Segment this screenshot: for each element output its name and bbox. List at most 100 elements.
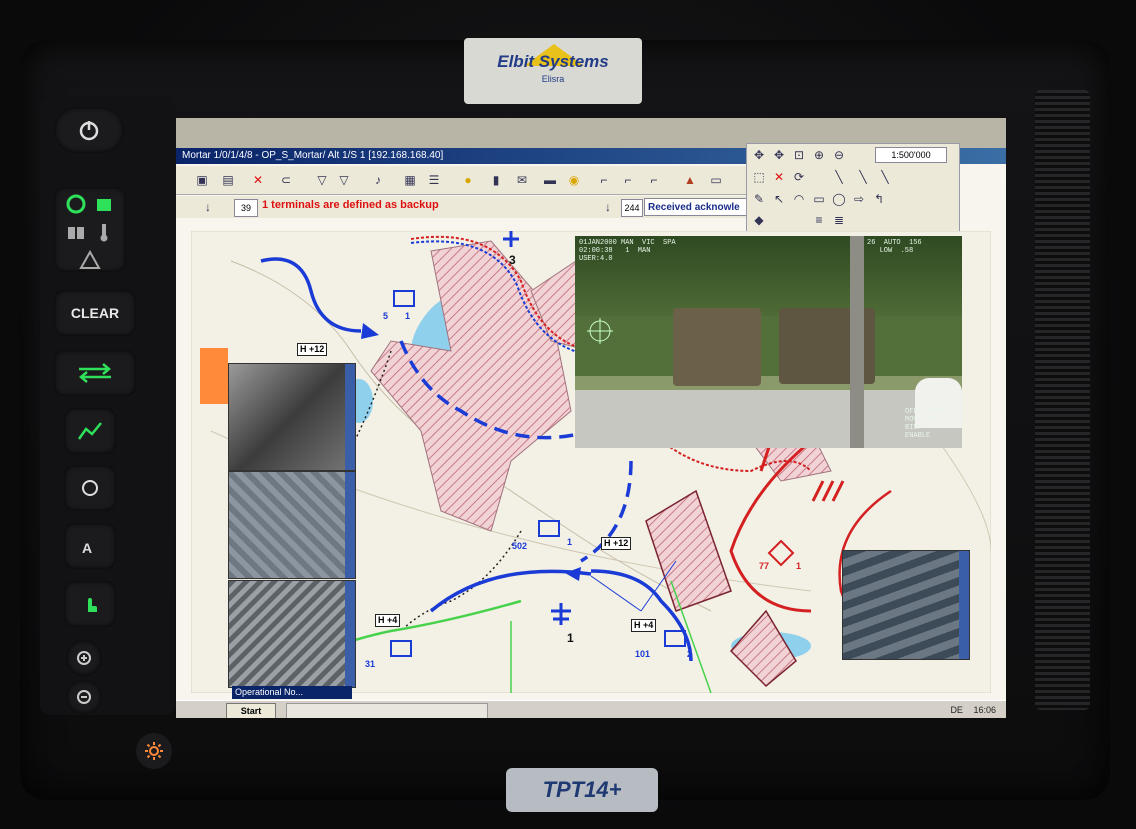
clipboard-icon[interactable]: ▮ <box>488 172 504 188</box>
list-icon[interactable]: ☰ <box>426 172 442 188</box>
arc-icon[interactable]: ◠ <box>791 191 807 207</box>
block-arrow-icon[interactable]: ⇨ <box>851 191 867 207</box>
filter-icon[interactable]: ▽ <box>314 172 330 188</box>
system-tray: DE 16:06 <box>916 703 996 717</box>
backlight-button[interactable] <box>136 733 172 769</box>
uav-video-feed[interactable]: 01JAN2000 MAN VIC SPA 02:00:38 1 MAN USE… <box>575 236 962 448</box>
temperature-icon <box>100 224 108 242</box>
polyline-icon[interactable]: ╲ <box>855 169 871 185</box>
thermal-thumbnail[interactable] <box>228 363 356 471</box>
unit-number: 77 <box>759 561 770 571</box>
unit-number: 1 <box>567 631 574 645</box>
weapon2-icon[interactable]: ⌐ <box>620 172 636 188</box>
sun-icon <box>145 742 163 760</box>
select-icon[interactable]: ⬚ <box>751 169 767 185</box>
fill-icon[interactable]: ◆ <box>751 212 767 228</box>
touch-hand-icon <box>88 598 97 612</box>
pan-icon[interactable]: ✥ <box>751 147 767 163</box>
aerial-thumbnail-1[interactable] <box>228 471 356 579</box>
speaker-grill <box>1035 90 1090 710</box>
aerial-thumbnail-2[interactable] <box>228 580 356 688</box>
clear-button[interactable]: CLEAR <box>54 290 136 336</box>
cancel-icon[interactable]: ✕ <box>771 169 787 185</box>
vehicle-icon[interactable]: ▬ <box>542 172 558 188</box>
filter-clear-icon[interactable]: ▽ <box>336 172 352 188</box>
down-arrow-icon[interactable]: ↓ <box>200 199 216 215</box>
incoming-arrow-icon[interactable]: ↓ <box>600 199 616 215</box>
windows-taskbar: Start DE 16:06 <box>176 700 1006 718</box>
swap-arrows-icon <box>79 363 111 383</box>
osd-bottom-right: OFF ↓NONE MOV TGT BINF ENABLE <box>905 408 948 440</box>
zoom-out-icon[interactable]: ⊖ <box>831 147 847 163</box>
weapon3-icon[interactable]: ⌐ <box>646 172 662 188</box>
start-button[interactable]: Start <box>226 703 276 718</box>
weapon-icon[interactable]: ⌐ <box>596 172 612 188</box>
unit-number: 5 <box>383 311 389 321</box>
open-icon[interactable]: ▣ <box>194 172 210 188</box>
rectangle-icon[interactable]: ▭ <box>811 191 827 207</box>
zoom-in-icon[interactable]: ⊕ <box>811 147 827 163</box>
delete-icon[interactable]: ✕ <box>250 172 266 188</box>
plus-icon <box>77 651 91 665</box>
unit-number: 31 <box>365 659 376 669</box>
drawing-tools-panel: ✥ ✥ ⊡ ⊕ ⊖ 1:500'000 ⬚ ✕ ⟳ ╲ ╲ ╲ ✎ ↖ ◠ ▭ … <box>746 143 960 233</box>
main-toolbar: ▣ ▤ ✕ ⊂ ▽ ▽ ♪ ▦ ☰ ● ▮ ✉ ▬ ◉ ⌐ ⌐ ⌐ ▲ ▭ <box>176 166 751 195</box>
operational-notes-panel[interactable]: Operational No... <box>232 686 352 699</box>
swap-button[interactable] <box>54 350 136 396</box>
fn-button[interactable]: A <box>64 523 116 569</box>
graph-icon <box>77 422 102 440</box>
svg-text:A: A <box>82 540 92 556</box>
tray-language[interactable]: DE <box>950 705 963 715</box>
power-icon <box>79 121 99 141</box>
touch-button[interactable] <box>64 581 116 627</box>
aerial-thumbnail-3[interactable] <box>842 550 970 660</box>
model-badge: TPT14+ <box>506 768 658 812</box>
video-road <box>575 386 962 448</box>
save-icon[interactable]: ▤ <box>220 172 236 188</box>
brightness-button[interactable] <box>64 465 116 511</box>
unit-number: 3 <box>509 253 516 267</box>
power-button[interactable] <box>54 107 124 153</box>
move-icon[interactable]: ✥ <box>771 147 787 163</box>
vehicle-1 <box>673 308 761 386</box>
chat-icon[interactable]: ✉ <box>514 172 530 188</box>
grid-icon[interactable]: ▦ <box>402 172 418 188</box>
time-label-4: H +4 <box>631 619 657 632</box>
fn-a2-icon: A <box>82 540 92 556</box>
display-screen: Mortar 1/0/1/4/8 - OP_S_Mortar/ Alt 1/S … <box>176 118 1006 718</box>
status-indicators <box>54 187 126 272</box>
scale-select[interactable]: 1:500'000 <box>875 147 947 163</box>
ammo-icon[interactable]: ▲ <box>682 172 698 188</box>
pen-icon[interactable]: ✎ <box>751 191 767 207</box>
ellipse-icon[interactable]: ◯ <box>831 191 847 207</box>
unit-number: 2 <box>687 649 693 659</box>
status-led-icon <box>66 194 86 214</box>
message-bar: ↓ 39 1 terminals are defined as backup ↓… <box>176 196 751 218</box>
alarm-icon[interactable]: ◉ <box>566 172 582 188</box>
target-icon[interactable]: ● <box>460 172 476 188</box>
link-icon[interactable]: ⊂ <box>278 172 294 188</box>
backup-warning: 1 terminals are defined as backup <box>262 199 439 211</box>
graph-button[interactable] <box>64 408 116 454</box>
line-weight-icon[interactable]: ≣ <box>831 212 847 228</box>
time-label-1: H +12 <box>297 343 328 356</box>
tray-clock: 16:06 <box>973 705 996 715</box>
sort-icon[interactable]: ♪ <box>370 172 386 188</box>
taskbar-apps[interactable] <box>286 703 488 718</box>
hook-icon[interactable]: ↰ <box>871 191 887 207</box>
line-icon[interactable]: ╲ <box>831 169 847 185</box>
zoom-out-button[interactable] <box>66 680 102 714</box>
unit-number: 1 <box>405 311 411 321</box>
unit-number: 101 <box>635 649 651 659</box>
arrow-tool-icon[interactable]: ↖ <box>771 191 787 207</box>
zoom-rect-icon[interactable]: ⊡ <box>791 147 807 163</box>
received-acknowledge-field[interactable]: Received acknowle <box>644 198 748 216</box>
zoom-in-button[interactable] <box>66 640 102 676</box>
map-icon[interactable]: ▭ <box>708 172 724 188</box>
refresh-icon[interactable]: ⟳ <box>791 169 807 185</box>
curve-icon[interactable]: ╲ <box>877 169 893 185</box>
unit-number: 1 <box>567 537 573 547</box>
line-style-icon[interactable]: ≡ <box>811 212 827 228</box>
warning-icon <box>79 249 101 269</box>
brand-name: Elbit Systems <box>497 52 609 71</box>
